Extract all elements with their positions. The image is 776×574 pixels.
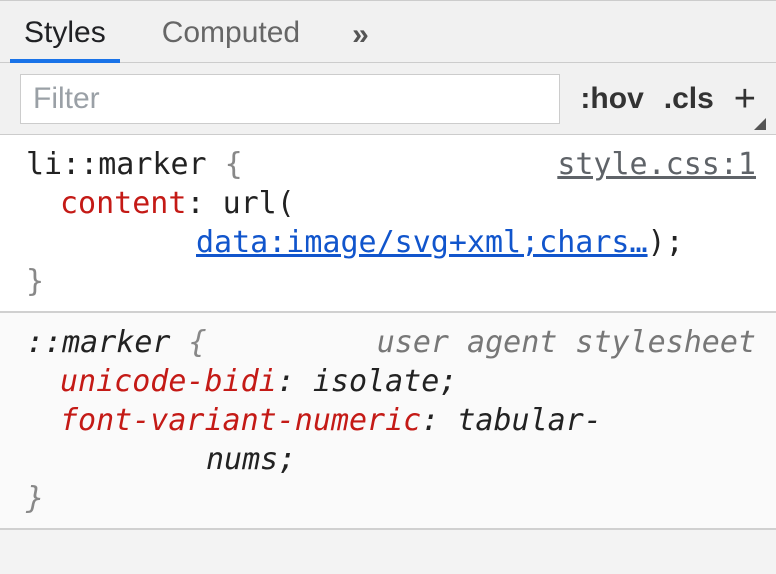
source-link[interactable]: style.css:1	[557, 145, 756, 184]
css-property: content	[60, 186, 186, 221]
tab-styles[interactable]: Styles	[20, 2, 110, 62]
close-brace: }	[26, 479, 756, 518]
declaration[interactable]: font-variant-numeric: tabular-	[26, 401, 756, 440]
new-rule-button[interactable]: +	[734, 80, 756, 118]
rule-header: ::marker { user agent stylesheet	[26, 323, 756, 362]
rule-header: li::marker { style.css:1	[26, 145, 756, 184]
css-value-tail: );	[648, 225, 684, 260]
rules-list: li::marker { style.css:1 content: url( d…	[0, 135, 776, 530]
declaration-continuation[interactable]: data:image/svg+xml;chars…);	[26, 223, 756, 262]
selector[interactable]: ::marker {	[26, 323, 207, 362]
css-property: unicode-bidi	[60, 364, 277, 399]
open-brace: {	[171, 325, 207, 360]
cls-button[interactable]: .cls	[664, 82, 714, 116]
declaration-continuation[interactable]: nums;	[26, 440, 756, 479]
data-url-link[interactable]: data:image/svg+xml;chars…	[196, 225, 648, 260]
styles-toolbar: :hov .cls +	[0, 63, 776, 135]
style-rule: li::marker { style.css:1 content: url( d…	[0, 135, 776, 313]
selector-text: li::marker	[26, 147, 207, 182]
tabstrip: Styles Computed »	[0, 1, 776, 63]
close-brace: }	[26, 262, 756, 301]
open-brace: {	[207, 147, 243, 182]
ua-stylesheet-label: user agent stylesheet	[377, 323, 756, 362]
selector-text: ::marker	[26, 325, 171, 360]
tab-overflow[interactable]: »	[352, 12, 373, 52]
style-rule-useragent: ::marker { user agent stylesheet unicode…	[0, 313, 776, 530]
css-property: font-variant-numeric	[60, 403, 421, 438]
css-value: isolate	[313, 364, 439, 399]
css-value-func: url(	[223, 186, 295, 221]
tab-computed[interactable]: Computed	[158, 2, 304, 62]
hov-button[interactable]: :hov	[580, 82, 643, 116]
css-value-cont: nums	[206, 442, 278, 477]
css-value: tabular-	[457, 403, 602, 438]
declaration[interactable]: content: url(	[26, 184, 756, 223]
selector[interactable]: li::marker {	[26, 145, 243, 184]
declaration[interactable]: unicode-bidi: isolate;	[26, 362, 756, 401]
filter-input[interactable]	[20, 74, 560, 124]
styles-panel: Styles Computed » :hov .cls + li::marker…	[0, 0, 776, 530]
